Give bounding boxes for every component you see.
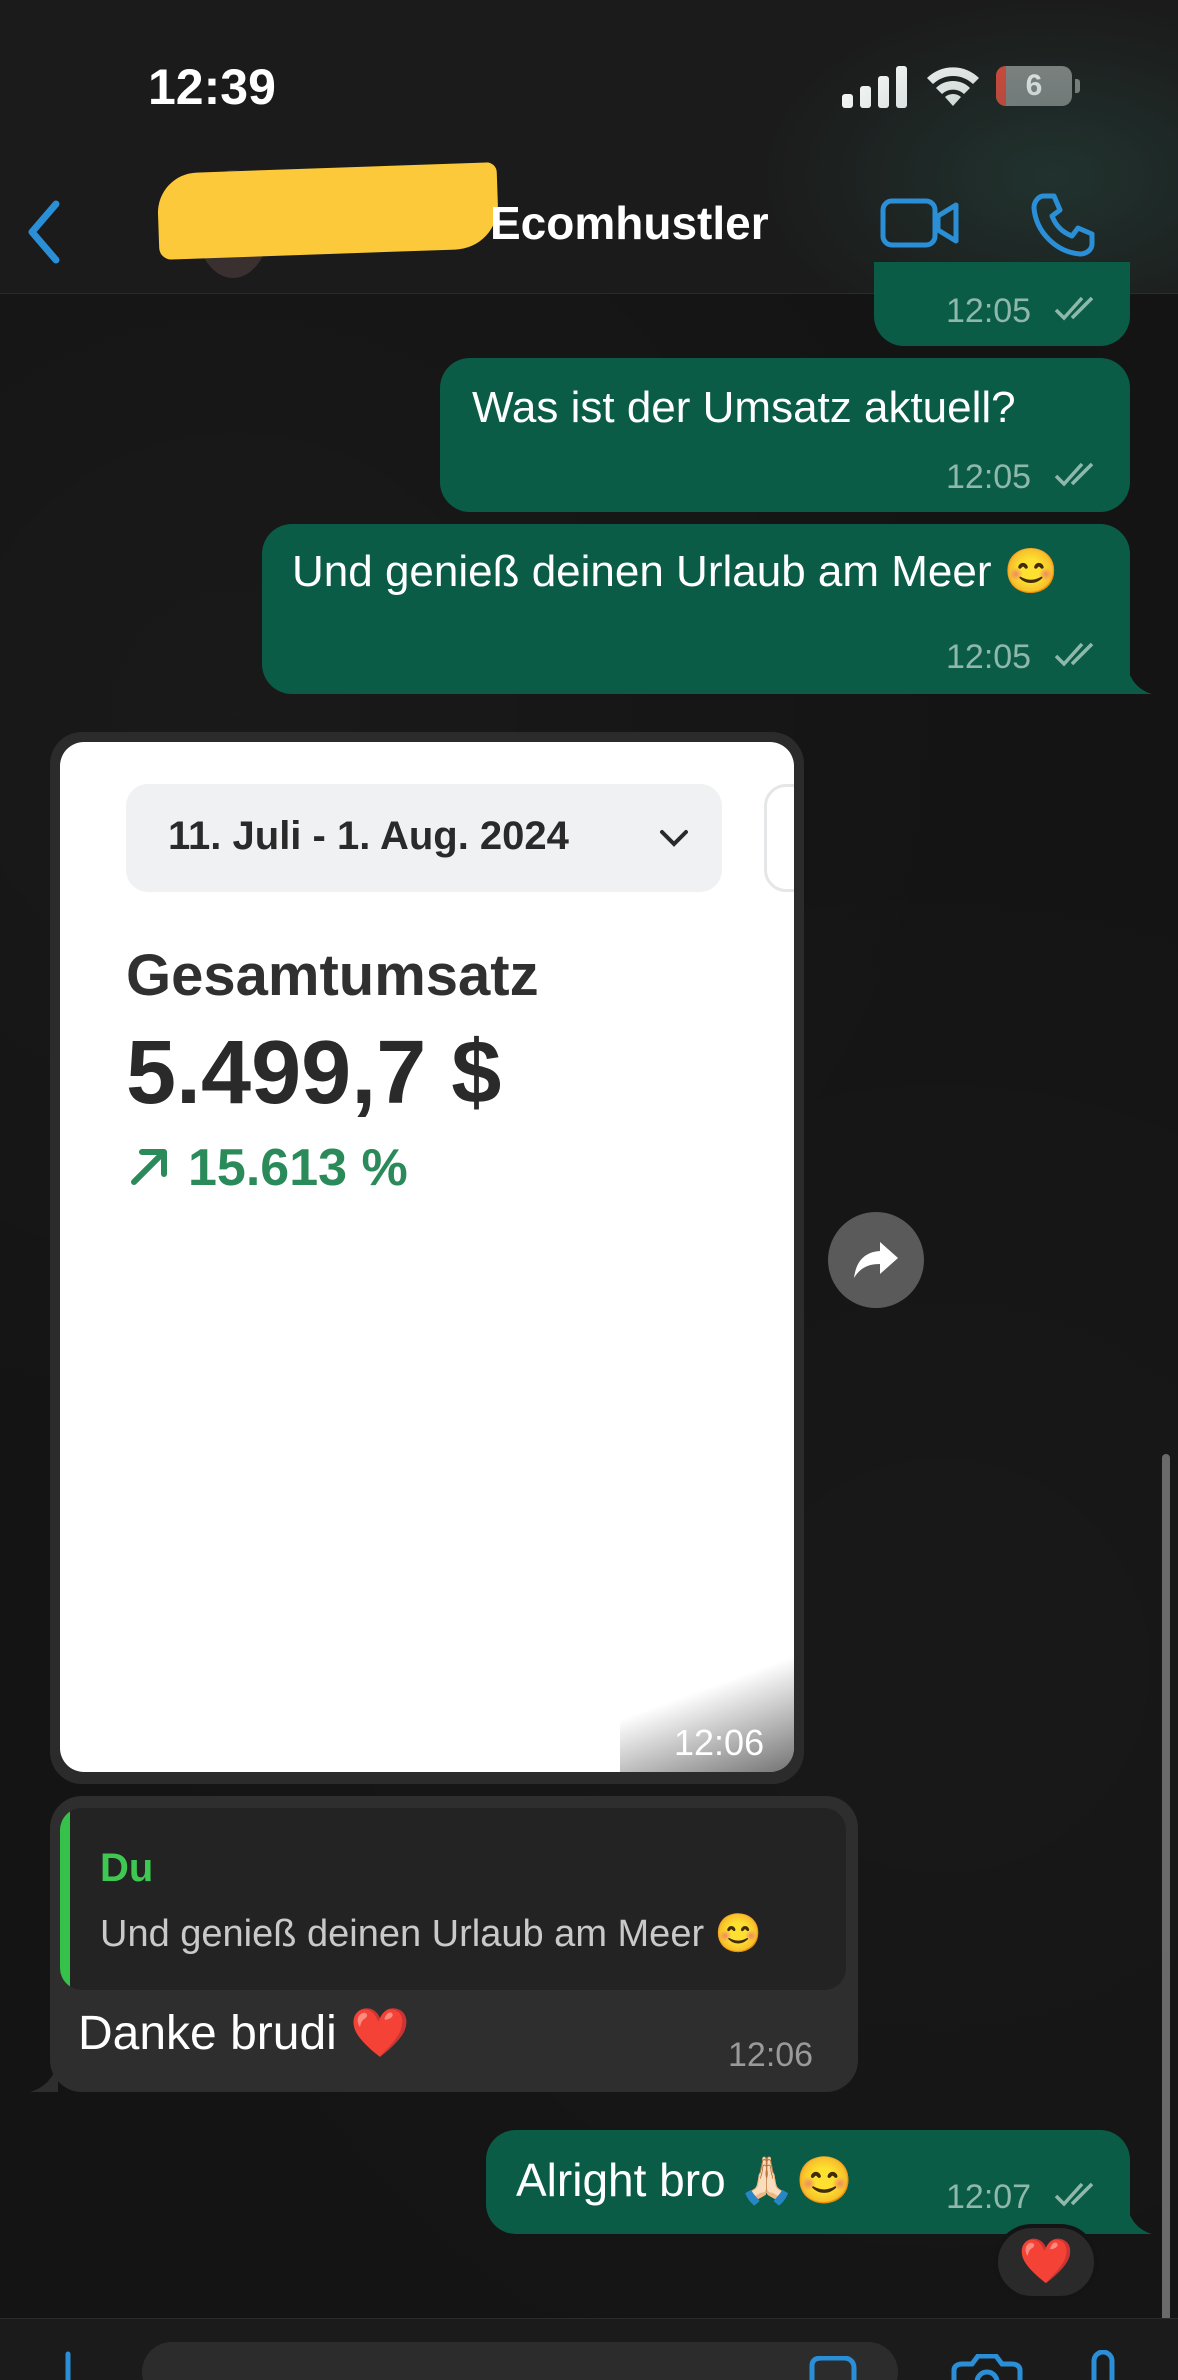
chart-total: 5.499,7 $	[126, 1023, 502, 1123]
message-time: 12:07	[946, 2178, 1032, 2216]
message-text: Was ist der Umsatz aktuell?	[472, 383, 1016, 432]
read-receipt-icon	[1054, 296, 1094, 321]
chart-change: 15.613 %	[188, 1139, 408, 1197]
quote-text: Und genieß deinen Urlaub am Meer 😊	[100, 1913, 762, 1955]
date-range-label: 11. Juli - 1. Aug. 2024	[168, 814, 569, 858]
arrow-up-right-icon	[131, 1149, 167, 1185]
quoted-message[interactable]: Du Und genieß deinen Urlaub am Meer 😊	[60, 1808, 846, 1990]
image-message[interactable]: 11. Juli - 1. Aug. 2024 Gesamtumsatz 5.4…	[60, 742, 794, 1772]
video-camera-icon[interactable]	[880, 196, 960, 250]
plus-icon[interactable]	[56, 2350, 80, 2380]
message-time: 12:06	[674, 1722, 765, 1763]
message-text: Alright bro 🙏🏻😊	[516, 2154, 853, 2206]
message-text: Und genieß deinen Urlaub am Meer 😊	[292, 547, 1059, 596]
forward-button[interactable]	[828, 1212, 924, 1308]
message-time: 12:05	[946, 458, 1032, 496]
microphone-icon[interactable]	[1088, 2350, 1118, 2380]
bubble-tail	[1126, 2204, 1152, 2234]
reaction-badge[interactable]: ❤️	[994, 2224, 1098, 2300]
message-time: 12:05	[946, 638, 1032, 676]
message-time: 12:06	[728, 2036, 814, 2074]
forward-icon	[854, 1242, 898, 1278]
scrollbar[interactable]	[1162, 1454, 1170, 2354]
read-receipt-icon	[1054, 462, 1094, 487]
read-receipt-icon	[1054, 642, 1094, 667]
date-range-dropdown: 11. Juli - 1. Aug. 2024	[126, 784, 722, 892]
chart-title: Gesamtumsatz	[126, 943, 539, 1008]
phone-icon[interactable]	[1030, 192, 1096, 258]
message-input[interactable]	[142, 2342, 898, 2380]
status-time: 12:39	[148, 59, 276, 115]
contact-name[interactable]: Ecomhustler	[490, 196, 769, 250]
bubble-tail	[30, 2062, 58, 2092]
message-text: Danke brudi ❤️	[78, 2007, 410, 2060]
redaction-mark	[156, 162, 500, 260]
chevron-left-icon[interactable]	[22, 196, 66, 268]
bubble-tail	[1126, 664, 1152, 694]
read-receipt-icon	[1054, 2182, 1094, 2207]
chevron-down-icon	[660, 830, 688, 847]
message-time: 12:05	[946, 292, 1032, 330]
camera-icon[interactable]	[950, 2354, 1024, 2380]
sticker-icon[interactable]	[808, 2356, 858, 2380]
quote-author: Du	[100, 1846, 154, 1890]
